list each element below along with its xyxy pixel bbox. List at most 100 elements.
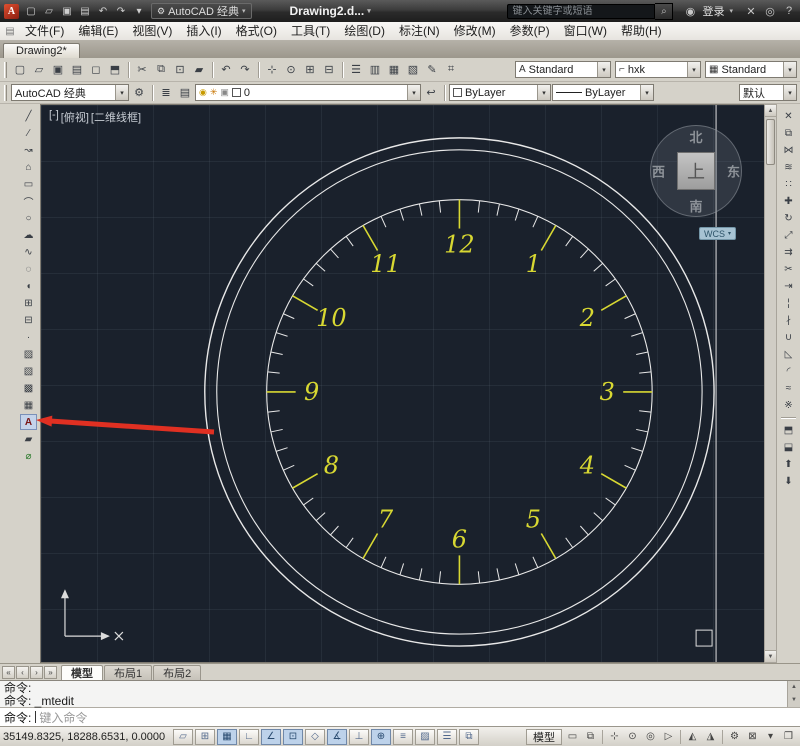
- minute-tick[interactable]: [477, 571, 481, 584]
- workspace-settings-icon[interactable]: ⚙: [130, 84, 148, 102]
- linetype-combo[interactable]: ByLayer ▾: [552, 84, 654, 101]
- erase-icon[interactable]: ✕: [780, 108, 797, 124]
- chevron-down-icon[interactable]: ▾: [783, 62, 796, 77]
- zoom-previous-icon[interactable]: ⊟: [320, 61, 338, 79]
- qat-menu-icon[interactable]: ▾: [131, 3, 147, 19]
- plot-preview-icon[interactable]: ◻: [87, 61, 105, 79]
- minute-tick[interactable]: [636, 351, 649, 355]
- undo-icon[interactable]: ↶: [95, 3, 111, 19]
- annotation-autoscale-icon[interactable]: ◮: [702, 729, 719, 745]
- minute-tick[interactable]: [418, 203, 423, 216]
- bring-above-icon[interactable]: ⬆: [780, 456, 797, 472]
- minute-tick[interactable]: [496, 203, 500, 216]
- layout-tab-2[interactable]: 布局2: [153, 665, 202, 680]
- show-motion-icon[interactable]: ▷: [660, 729, 677, 745]
- drawing-canvas[interactable]: 1 2 3 4 5 6 7 8 9 10 11 12 [-] [俯视] [二维线框]: [40, 104, 764, 663]
- minute-tick[interactable]: [605, 497, 616, 506]
- minute-tick[interactable]: [438, 571, 442, 584]
- bring-to-front-icon[interactable]: ⬒: [780, 422, 797, 438]
- clock-number-9[interactable]: 9: [304, 378, 319, 406]
- rotate-icon[interactable]: ↻: [780, 210, 797, 226]
- spline-icon[interactable]: ∿: [20, 244, 37, 260]
- cut-icon[interactable]: ✂: [133, 61, 151, 79]
- layer-combo[interactable]: ◉ ✳ ▣ 0 ▾: [195, 84, 421, 101]
- minute-tick[interactable]: [438, 200, 442, 213]
- join-icon[interactable]: ∪: [780, 329, 797, 345]
- circle-icon[interactable]: ○: [20, 210, 37, 226]
- scroll-down-icon[interactable]: ▼: [765, 650, 776, 662]
- chevron-down-icon[interactable]: ▾: [597, 62, 610, 77]
- workspace-switching-icon[interactable]: ⚙: [726, 729, 743, 745]
- minute-tick[interactable]: [593, 512, 603, 521]
- undo-icon[interactable]: ↶: [217, 61, 235, 79]
- wcs-selector[interactable]: WCS ▾: [698, 227, 736, 240]
- minute-tick[interactable]: [532, 556, 539, 568]
- viewport-minimize-control[interactable]: [-]: [49, 109, 59, 125]
- trim-icon[interactable]: ✂: [780, 261, 797, 277]
- menu-item-7[interactable]: 标注(N): [392, 22, 447, 41]
- send-to-back-icon[interactable]: ⬓: [780, 439, 797, 455]
- minute-tick[interactable]: [380, 216, 387, 228]
- menu-item-3[interactable]: 插入(I): [179, 22, 228, 41]
- copy-clip-icon[interactable]: ⧉: [152, 61, 170, 79]
- communication-center-icon[interactable]: ◎: [763, 5, 777, 18]
- command-input-row[interactable]: 命令: 键入命令: [0, 707, 800, 726]
- infer-constraints-icon[interactable]: ▱: [173, 728, 193, 745]
- viewcube-top-face[interactable]: 上: [677, 152, 715, 190]
- steering-wheel-icon[interactable]: ◎: [642, 729, 659, 745]
- minute-tick[interactable]: [267, 410, 280, 413]
- prev-tab-icon[interactable]: ‹: [16, 666, 29, 679]
- helix-icon[interactable]: ⌀: [20, 448, 37, 464]
- minute-tick[interactable]: [624, 464, 636, 471]
- layer-properties-icon[interactable]: ≣: [157, 84, 175, 102]
- send-below-icon[interactable]: ⬇: [780, 473, 797, 489]
- viewport-view-control[interactable]: [俯视]: [61, 109, 89, 125]
- autocad-logo-icon[interactable]: A: [4, 3, 19, 19]
- menu-item-6[interactable]: 绘图(D): [337, 22, 392, 41]
- layout-tab-0[interactable]: 模型: [61, 665, 103, 680]
- status-menu-icon[interactable]: ▾: [762, 729, 779, 745]
- hatch-icon[interactable]: ▨: [20, 346, 37, 362]
- multiline-text-icon[interactable]: A: [20, 414, 37, 430]
- break-at-point-icon[interactable]: ¦: [780, 295, 797, 311]
- search-input[interactable]: [507, 3, 656, 19]
- qnew-icon[interactable]: ▢: [11, 61, 29, 79]
- minute-tick[interactable]: [496, 568, 500, 581]
- viewcube-west[interactable]: 西: [652, 162, 665, 181]
- line-icon[interactable]: ╱: [20, 108, 37, 124]
- minute-tick[interactable]: [267, 371, 280, 374]
- minute-tick[interactable]: [283, 464, 295, 471]
- first-tab-icon[interactable]: «: [2, 666, 15, 679]
- scroll-up-icon[interactable]: ▲: [791, 681, 797, 694]
- point-icon[interactable]: ·: [20, 329, 37, 345]
- chevron-down-icon[interactable]: ▾: [729, 7, 733, 15]
- color-combo[interactable]: ByLayer ▾: [449, 84, 551, 101]
- minute-tick[interactable]: [270, 428, 283, 433]
- viewcube-east[interactable]: 东: [727, 162, 740, 181]
- object-snap-tracking-icon[interactable]: ∡: [327, 728, 347, 745]
- model-space-button[interactable]: 模型: [526, 728, 562, 745]
- quick-properties-icon[interactable]: ☰: [437, 728, 457, 745]
- pan-icon[interactable]: ⊹: [606, 729, 623, 745]
- command-history[interactable]: 命令: 命令: _mtedit ▲ ▼: [0, 680, 800, 708]
- move-icon[interactable]: ✚: [780, 193, 797, 209]
- clock-number-1[interactable]: 1: [526, 250, 541, 278]
- minute-tick[interactable]: [275, 447, 288, 452]
- minute-tick[interactable]: [605, 278, 616, 287]
- redo-icon[interactable]: ↷: [113, 3, 129, 19]
- toolbar-grip[interactable]: [4, 84, 7, 101]
- scale-icon[interactable]: ⤢: [780, 227, 797, 243]
- quick-calc-icon[interactable]: ⌗: [442, 61, 460, 79]
- menu-item-9[interactable]: 参数(P): [503, 22, 557, 41]
- explode-icon[interactable]: ※: [780, 397, 797, 413]
- chevron-down-icon[interactable]: ▾: [687, 62, 700, 77]
- minute-tick[interactable]: [345, 236, 354, 247]
- polyline-icon[interactable]: ↝: [20, 142, 37, 158]
- layer-lock-icon[interactable]: ▣: [220, 87, 229, 98]
- viewcube-north[interactable]: 北: [650, 127, 742, 146]
- file-tab-drawing2[interactable]: Drawing2*: [3, 43, 80, 58]
- clock-number-8[interactable]: 8: [324, 452, 339, 480]
- save-icon[interactable]: ▣: [59, 3, 75, 19]
- quick-view-drawings-icon[interactable]: ⧉: [582, 729, 599, 745]
- clock-number-10[interactable]: 10: [316, 304, 347, 332]
